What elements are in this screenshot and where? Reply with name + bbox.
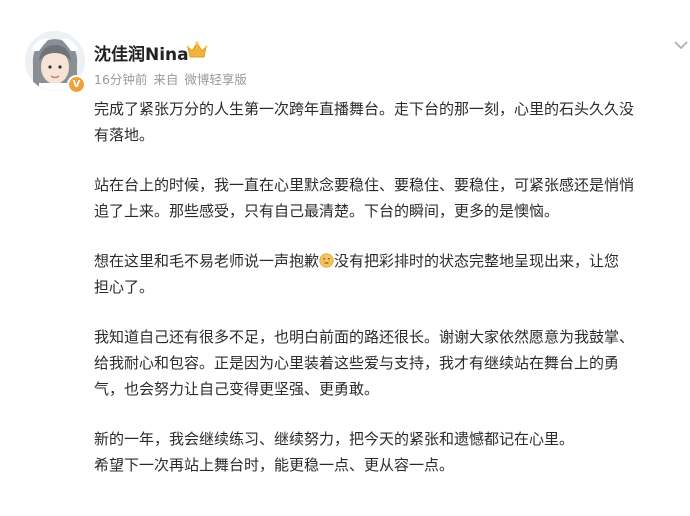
paragraph: 完成了紧张万分的人生第一次跨年直播舞台。走下台的那一刻，心里的石头久久没 有落地… (94, 96, 690, 148)
post-source[interactable]: 微博轻享版 (184, 72, 247, 87)
paragraph: 新的一年，我会继续练习、继续努力，把今天的紧张和遗憾都记在心里。 希望下一次再站… (94, 426, 690, 478)
text-segment: 没有把彩排时的状态完整地呈现出来，让您 (334, 252, 620, 270)
paragraph: 站在台上的时候，我一直在心里默念要稳住、要稳住、要稳住，可紧张感还是悄悄 追了上… (94, 172, 690, 224)
crown-icon (186, 41, 208, 58)
text-line: 完成了紧张万分的人生第一次跨年直播舞台。走下台的那一刻，心里的石头久久没 (94, 100, 635, 118)
source-prefix: 来自 (153, 72, 179, 87)
post-meta: 16分钟前 来自 微博轻享版 (94, 69, 253, 88)
text-line: 有落地。 (94, 126, 155, 144)
author-name[interactable]: 沈佳润Nina (94, 40, 189, 65)
text-line: 追了上来。那些感受，只有自己最清楚。下台的瞬间，更多的是懊恼。 (94, 202, 560, 220)
text-line: 给我耐心和包容。正是因为心里装着这些爱与支持，我才有继续站在舞台上的勇 (94, 354, 620, 372)
weibo-post: V 沈佳润Nina 16分钟前 来自 微博轻享版 完成了紧张万分的人生第一次跨年直播… (0, 0, 690, 516)
chevron-down-icon[interactable] (672, 38, 690, 52)
text-line: 新的一年，我会继续练习、继续努力，把今天的紧张和遗憾都记在心里。 (94, 430, 575, 448)
text-line: 站在台上的时候，我一直在心里默念要稳住、要稳住、要稳住，可紧张感还是悄悄 (94, 176, 635, 194)
paragraph: 想在这里和毛不易老师说一声抱歉 没有把彩排时的状态完整地呈现出来，让您 担心了。 (94, 248, 690, 300)
text-line: 希望下一次再站上舞台时，能更稳一点、更从容一点。 (94, 456, 455, 474)
post-body: 完成了紧张万分的人生第一次跨年直播舞台。走下台的那一刻，心里的石头久久没 有落地… (94, 96, 690, 502)
text-segment: 想在这里和毛不易老师说一声抱歉 (94, 252, 320, 270)
text-line: 想在这里和毛不易老师说一声抱歉 没有把彩排时的状态完整地呈现出来，让您 (94, 248, 690, 274)
post-time[interactable]: 16分钟前 (94, 72, 147, 87)
apologetic-face-icon (319, 253, 334, 268)
text-line: 我知道自己还有很多不足，也明白前面的路还很长。谢谢大家依然愿意为我鼓掌、 (94, 328, 635, 346)
verified-badge-icon: V (67, 75, 86, 94)
text-line: 担心了。 (94, 278, 155, 296)
paragraph: 我知道自己还有很多不足，也明白前面的路还很长。谢谢大家依然愿意为我鼓掌、 给我耐… (94, 324, 690, 402)
text-line: 气，也会努力让自己变得更坚强、更勇敢。 (94, 380, 380, 398)
